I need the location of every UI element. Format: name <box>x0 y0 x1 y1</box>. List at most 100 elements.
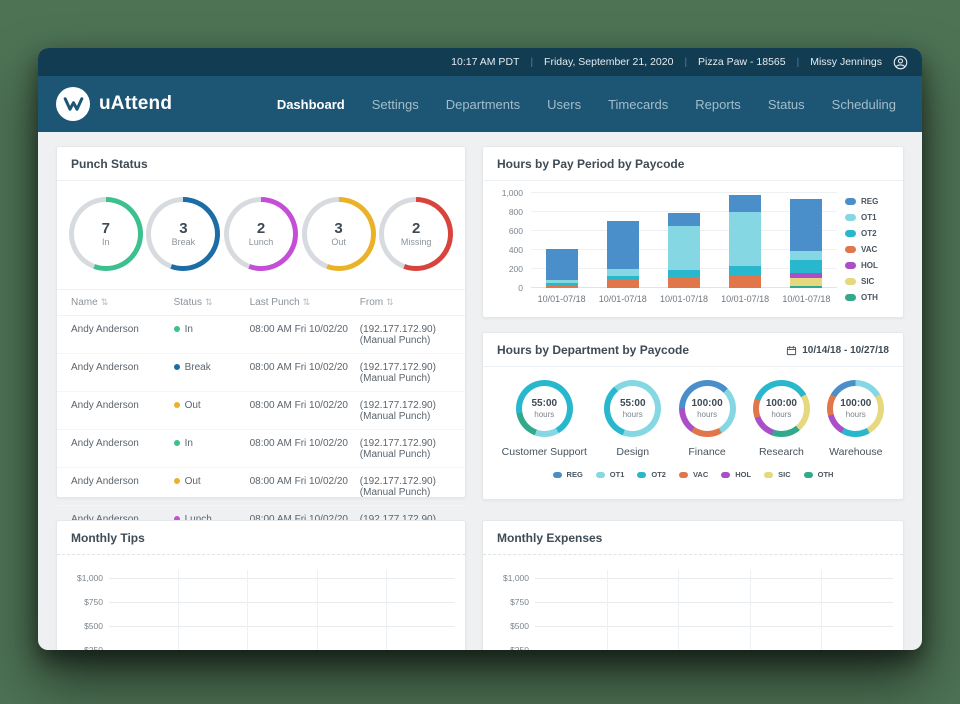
punch-label: Lunch <box>249 237 274 247</box>
department-label: Research <box>759 446 804 458</box>
punch-donut-hole: 7In <box>74 202 138 266</box>
cell-from: (192.177.172.90)(Manual Punch) <box>360 400 451 422</box>
bar-segment-ot1 <box>790 251 822 260</box>
cell-status: In <box>174 438 250 460</box>
legend-dot <box>845 230 856 237</box>
bar-segment-vac <box>729 275 761 288</box>
top-info-bar: 10:17 AM PDT | Friday, September 21, 202… <box>38 48 922 76</box>
stacked-bar[interactable] <box>607 221 639 288</box>
table-row[interactable]: Andy AndersonIn08:00 AM Fri 10/02/20(192… <box>57 430 465 468</box>
calendar-icon <box>786 345 797 356</box>
x-tick-label: 10/01-07/18 <box>660 294 708 304</box>
nav-item-users[interactable]: Users <box>547 97 581 112</box>
donut-hole: 55:00hours <box>610 386 655 431</box>
table-row[interactable]: Andy AndersonBreak08:00 AM Fri 10/02/20(… <box>57 354 465 392</box>
stacked-bar[interactable] <box>546 249 578 288</box>
department-donut: 100:00hours <box>679 380 736 437</box>
stacked-bar[interactable] <box>729 195 761 288</box>
status-dot <box>174 478 180 484</box>
punch-count: 7 <box>102 221 110 238</box>
card-title-text: Hours by Department by Paycode <box>497 343 689 357</box>
donut-hole: 100:00hours <box>833 386 878 431</box>
status-dot <box>174 326 180 332</box>
bar-segment-ot2 <box>790 260 822 272</box>
punch-label: Out <box>331 237 346 247</box>
legend-item-ot1: OT1 <box>596 470 625 479</box>
department-research: 100:00hours Research <box>753 380 810 458</box>
legend-dot <box>845 214 856 221</box>
table-row[interactable]: Andy AndersonIn08:00 AM Fri 10/02/20(192… <box>57 316 465 354</box>
cell-status: Out <box>174 400 250 422</box>
user-avatar-icon[interactable] <box>893 55 908 70</box>
department-donut: 55:00hours <box>516 380 573 437</box>
punch-donut-break: 3Break <box>146 197 220 271</box>
monthly-expenses-title: Monthly Expenses <box>483 521 903 555</box>
punch-table-header: Name⇅Status⇅Last Punch⇅From⇅ <box>57 289 465 316</box>
bars-container <box>531 193 837 288</box>
punch-donut-row: 7In3Break 2 Lunch 3 Out 2Missing <box>57 181 465 283</box>
bar-segment-sic <box>790 278 822 286</box>
card-title-text: Punch Status <box>71 157 148 171</box>
tips-plot <box>109 570 455 650</box>
legend-item-hol: HOL <box>721 470 751 479</box>
nav-item-departments[interactable]: Departments <box>446 97 520 112</box>
legend-dot <box>804 472 813 478</box>
legend-dot <box>845 278 856 285</box>
uattend-logo-icon <box>56 87 90 121</box>
grid-line <box>535 602 893 603</box>
column-header-name[interactable]: Name⇅ <box>71 297 174 308</box>
nav-item-timecards[interactable]: Timecards <box>608 97 668 112</box>
account-name: Pizza Paw - 18565 <box>698 56 786 68</box>
user-name: Missy Jennings <box>810 56 882 68</box>
table-row[interactable]: Andy AndersonOut08:00 AM Fri 10/02/20(19… <box>57 468 465 506</box>
legend-item-sic: SIC <box>764 470 791 479</box>
brand-logo[interactable]: uAttend <box>56 87 172 121</box>
bar-segment-ot2 <box>668 270 700 277</box>
nav-item-scheduling[interactable]: Scheduling <box>832 97 896 112</box>
hours-unit: hours <box>697 410 717 419</box>
stacked-bar[interactable] <box>668 213 700 288</box>
cell-from: (192.177.172.90)(Manual Punch) <box>360 438 451 460</box>
table-row[interactable]: Andy AndersonOut08:00 AM Fri 10/02/20(19… <box>57 392 465 430</box>
current-date: Friday, September 21, 2020 <box>544 56 673 68</box>
cell-last-punch: 08:00 AM Fri 10/02/20 <box>250 438 360 460</box>
nav-item-dashboard[interactable]: Dashboard <box>277 97 345 112</box>
stacked-bar[interactable] <box>790 199 822 288</box>
column-header-status[interactable]: Status⇅ <box>174 297 250 308</box>
punch-count: 2 <box>412 221 420 238</box>
sort-icon: ⇅ <box>205 297 213 307</box>
legend-dot <box>845 262 856 269</box>
nav-item-status[interactable]: Status <box>768 97 805 112</box>
right-column: Hours by Pay Period by Paycode 020040060… <box>482 146 904 500</box>
department-label: Warehouse <box>829 446 882 458</box>
grid-line-vertical <box>607 570 608 650</box>
hours-value: 55:00 <box>620 398 646 410</box>
legend-item-vac: VAC <box>845 245 895 254</box>
column-header-from[interactable]: From⇅ <box>360 297 451 308</box>
status-dot <box>174 364 180 370</box>
punch-count: 3 <box>179 221 187 238</box>
hours-unit: hours <box>771 410 791 419</box>
donut-hole: 100:00hours <box>759 386 804 431</box>
date-range-picker[interactable]: 10/14/18 - 10/27/18 <box>786 345 889 356</box>
y-tick-label: 800 <box>509 207 523 217</box>
department-legend: REGOT1OT2VACHOLSICOTH <box>483 460 903 479</box>
bar-chart-y-axis: 02004006008001,000 <box>495 193 525 288</box>
punch-donut-missing: 2Missing <box>379 197 453 271</box>
y-tick-label: 600 <box>509 226 523 236</box>
y-tick-label: $750 <box>84 597 103 607</box>
column-header-last-punch[interactable]: Last Punch⇅ <box>250 297 360 308</box>
department-donut: 55:00hours <box>604 380 661 437</box>
sort-icon: ⇅ <box>101 297 109 307</box>
department-label: Customer Support <box>502 446 587 458</box>
monthly-tips-chart: $1,000$750$500$250 <box>57 555 465 650</box>
grid-line-vertical <box>317 570 318 650</box>
legend-dot <box>553 472 562 478</box>
department-donut-row: 55:00hoursCustomer Support55:00hoursDesi… <box>483 367 903 460</box>
nav-item-settings[interactable]: Settings <box>372 97 419 112</box>
nav-item-reports[interactable]: Reports <box>695 97 741 112</box>
hours-value: 100:00 <box>766 398 797 410</box>
cell-name: Andy Anderson <box>71 400 174 422</box>
donut-hole: 55:00hours <box>522 386 567 431</box>
card-title-text: Monthly Expenses <box>497 531 602 545</box>
